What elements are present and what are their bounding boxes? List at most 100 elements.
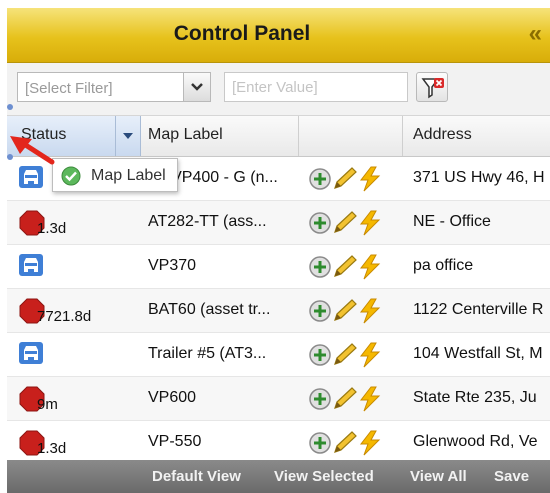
lightning-icon	[359, 298, 381, 324]
locate-icon	[309, 388, 331, 410]
row-actions	[299, 333, 402, 376]
title-bar: Control Panel «	[7, 8, 550, 63]
address-text: NE - Office	[413, 213, 491, 230]
map-label-cell: VP370	[141, 245, 298, 288]
table-row[interactable]: 1.3d VP-550 Glenwood Rd, Ve	[7, 421, 550, 465]
map-label-cell: Trailer #5 (AT3...	[141, 333, 298, 376]
map-label-cell: VP600	[141, 377, 298, 420]
edit-icon	[334, 431, 357, 453]
locate-icon	[309, 256, 331, 278]
row-actions	[299, 289, 402, 332]
address-cell: 104 Westfall St, M	[403, 333, 550, 376]
locate-icon	[309, 432, 331, 454]
edit-icon	[334, 387, 357, 409]
vehicle-moving-icon	[19, 166, 43, 188]
column-header-address-label: Address	[413, 126, 472, 143]
address-cell: 371 US Hwy 46, H	[403, 157, 550, 200]
column-header-map-label-text: Map Label	[148, 126, 223, 143]
address-cell: 1122 Centerville R	[403, 289, 550, 332]
row-action-icons	[309, 298, 381, 324]
clear-filter-button[interactable]	[416, 72, 448, 102]
row-action-icons	[309, 342, 381, 368]
status-duration: 1.3d	[37, 440, 67, 457]
collapse-panel-icon[interactable]: «	[529, 22, 542, 46]
filter-select-value: [Select Filter]	[25, 80, 113, 97]
table-row[interactable]: 1.3d AT282-TT (ass... NE - Office	[7, 201, 550, 245]
control-panel: Control Panel « [Select Filter] Status	[7, 8, 550, 493]
row-actions	[299, 157, 402, 200]
column-header-actions	[299, 116, 403, 156]
table-row[interactable]: 7721.8d BAT60 (asset tr... 1122 Centervi…	[7, 289, 550, 333]
chevron-down-icon	[191, 83, 203, 91]
address-cell: State Rte 235, Ju	[403, 377, 550, 420]
edit-icon	[334, 299, 357, 321]
address-cell: pa office	[403, 245, 550, 288]
lightning-icon	[359, 210, 381, 236]
table-row[interactable]: Trailer #5 (AT3... 104 Westfall St, M	[7, 333, 550, 377]
row-action-icons	[309, 430, 381, 456]
tooltip-text: Map Label	[91, 167, 166, 184]
column-header-map-label[interactable]: Map Label	[141, 116, 299, 156]
table-row[interactable]: 9m VP600 State Rte 235, Ju	[7, 377, 550, 421]
address-text: 1122 Centerville R	[413, 301, 544, 318]
red-arrow-icon	[10, 136, 55, 165]
locate-icon	[309, 168, 331, 190]
map-label-cell: BAT60 (asset tr...	[141, 289, 298, 332]
vehicle-moving-icon	[19, 254, 43, 276]
grid-body: 7 - VP400 - G (n... 371 US Hwy 46, H 1.3…	[7, 157, 550, 465]
edit-icon	[334, 255, 357, 277]
row-action-icons	[309, 166, 381, 192]
address-text: pa office	[413, 257, 474, 274]
map-label-text: AT282-TT (ass...	[148, 213, 267, 230]
filter-clear-icon	[421, 78, 444, 99]
status-cell: 1.3d	[7, 201, 140, 244]
map-label-text: BAT60 (asset tr...	[148, 301, 271, 318]
panel-title: Control Panel	[173, 22, 311, 45]
view-all-button[interactable]: View All	[410, 468, 467, 485]
filter-dropdown-button[interactable]	[183, 73, 210, 101]
edit-icon	[334, 343, 357, 365]
status-cell	[7, 245, 140, 288]
address-cell: NE - Office	[403, 201, 550, 244]
map-label-text: VP600	[148, 389, 197, 406]
lightning-icon	[359, 430, 381, 456]
row-action-icons	[309, 254, 381, 280]
row-actions	[299, 421, 402, 464]
edit-icon	[334, 167, 357, 189]
address-text: 371 US Hwy 46, H	[413, 169, 545, 186]
column-menu-button[interactable]	[115, 116, 140, 156]
filter-value-input[interactable]	[224, 72, 408, 102]
address-text: 104 Westfall St, M	[413, 345, 543, 362]
lightning-icon	[359, 254, 381, 280]
status-cell	[7, 333, 140, 376]
status-cell: 7721.8d	[7, 289, 140, 332]
status-cell: 1.3d	[7, 421, 140, 464]
map-label-text: VP370	[148, 257, 197, 274]
map-label-text: Trailer #5 (AT3...	[148, 345, 267, 362]
lightning-icon	[359, 342, 381, 368]
filter-bar: [Select Filter]	[7, 63, 550, 116]
grid-header: Status Map Label Address	[7, 116, 550, 157]
column-header-address[interactable]: Address	[403, 116, 550, 156]
status-cell: 9m	[7, 377, 140, 420]
row-action-icons	[309, 386, 381, 412]
row-actions	[299, 245, 402, 288]
tooltip: Map Label	[52, 158, 178, 192]
vehicle-moving-icon	[19, 342, 43, 364]
map-label-text: VP-550	[148, 433, 202, 450]
row-action-icons	[309, 210, 381, 236]
filter-select[interactable]: [Select Filter]	[17, 72, 211, 102]
row-actions	[299, 377, 402, 420]
default-view-button[interactable]: Default View	[152, 468, 241, 485]
address-text: State Rte 235, Ju	[413, 389, 537, 406]
resize-handle-top[interactable]	[7, 104, 13, 110]
view-selected-button[interactable]: View Selected	[274, 468, 374, 485]
caret-down-icon	[123, 133, 133, 139]
map-label-cell: AT282-TT (ass...	[141, 201, 298, 244]
address-text: Glenwood Rd, Ve	[413, 433, 538, 450]
map-label-cell: VP-550	[141, 421, 298, 464]
save-button[interactable]: Save	[494, 468, 529, 485]
lightning-icon	[359, 386, 381, 412]
table-row[interactable]: VP370 pa office	[7, 245, 550, 289]
locate-icon	[309, 344, 331, 366]
